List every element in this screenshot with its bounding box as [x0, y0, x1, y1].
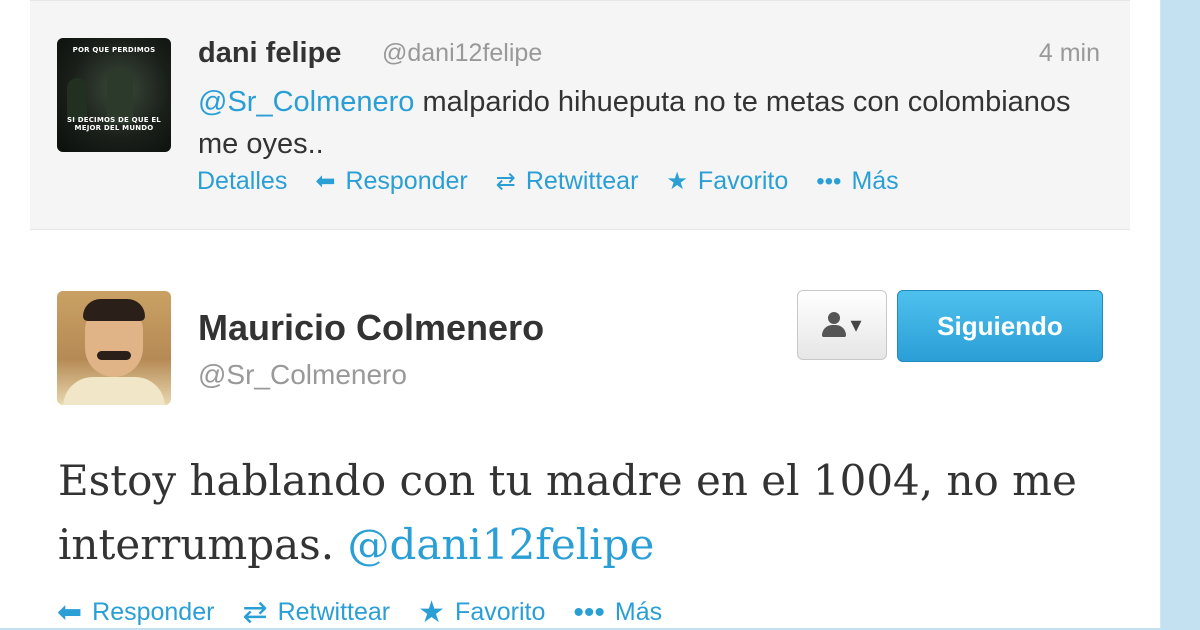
star-icon: ★ [418, 596, 446, 629]
details-label: Detalles [197, 167, 288, 195]
author-handle[interactable]: @dani12felipe [382, 39, 542, 68]
tweet-text: @Sr_Colmenero malparido hihueputa no te … [198, 81, 1078, 165]
tweet-text: Estoy hablando con tu madre en el 1004, … [58, 449, 1108, 577]
tweet-actions: ⬅ Responder ⇄ Retwittear ★ Favorito ••• Más [57, 595, 690, 630]
more-label: Más [851, 167, 899, 195]
author-name[interactable]: Mauricio Colmenero [198, 307, 544, 349]
star-icon: ★ [666, 168, 688, 195]
avatar-hair [83, 299, 145, 321]
reply-tweet[interactable]: POR QUE PERDIMOS SI DECIMOS DE QUE EL ME… [30, 0, 1130, 230]
reply-label: Responder [345, 167, 468, 195]
tweet-panel: POR QUE PERDIMOS SI DECIMOS DE QUE EL ME… [0, 0, 1161, 630]
retweet-button[interactable]: ⇄ Retwittear [496, 167, 639, 196]
user-actions-button[interactable]: ▾ [797, 290, 887, 360]
mention-link[interactable]: @Sr_Colmenero [198, 86, 414, 118]
avatar-caption-bottom: SI DECIMOS DE QUE EL MEJOR DEL MUNDO [67, 116, 161, 132]
mention-link[interactable]: @dani12felipe [347, 520, 654, 569]
reply-label: Responder [92, 598, 215, 626]
favorite-label: Favorito [697, 167, 789, 195]
avatar[interactable]: POR QUE PERDIMOS SI DECIMOS DE QUE EL ME… [57, 38, 171, 152]
tweet-actions: Detalles ⬅ Responder ⇄ Retwittear ★ Favorit… [197, 167, 927, 196]
author-name[interactable]: dani felipe [198, 37, 341, 70]
chevron-down-icon: ▾ [850, 312, 862, 337]
retweet-label: Retwittear [277, 598, 391, 626]
more-label: Más [614, 598, 663, 626]
avatar-shirt [63, 377, 165, 405]
favorite-button[interactable]: ★ Favorito [418, 595, 545, 630]
dots-icon: ••• [573, 595, 605, 629]
avatar-mustache [97, 351, 131, 360]
reply-button[interactable]: ⬅ Responder [57, 595, 214, 630]
avatar-figure [67, 78, 87, 120]
retweet-label: Retwittear [525, 167, 639, 195]
author-handle[interactable]: @Sr_Colmenero [198, 359, 407, 391]
dots-icon: ••• [816, 167, 842, 195]
retweet-icon: ⇄ [242, 596, 268, 629]
timestamp[interactable]: 4 min [1039, 39, 1100, 68]
avatar-caption-top: POR QUE PERDIMOS [72, 46, 156, 54]
avatar[interactable] [57, 291, 171, 405]
more-button[interactable]: ••• Más [816, 167, 898, 196]
reply-arrow-icon: ⬅ [57, 596, 83, 629]
following-button[interactable]: Siguiendo [897, 290, 1103, 362]
more-button[interactable]: ••• Más [573, 596, 662, 630]
retweet-button[interactable]: ⇄ Retwittear [242, 595, 390, 630]
reply-arrow-icon: ⬅ [315, 168, 336, 195]
reply-button[interactable]: ⬅ Responder [315, 167, 467, 196]
retweet-icon: ⇄ [495, 168, 516, 195]
person-icon [822, 312, 847, 338]
favorite-label: Favorito [455, 598, 546, 626]
details-link[interactable]: Detalles [197, 167, 287, 196]
favorite-button[interactable]: ★ Favorito [666, 167, 788, 196]
main-tweet: Mauricio Colmenero @Sr_Colmenero ▾ Sigui… [30, 229, 1130, 630]
